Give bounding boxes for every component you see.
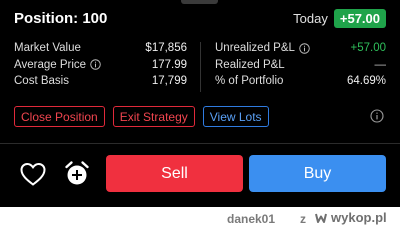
today-change-badge: +57.00 [333,8,386,28]
info-icon[interactable] [299,43,310,54]
stat-row-market-value: Market Value $17,856 [14,40,187,57]
stat-label: Cost Basis [14,75,69,88]
close-position-button[interactable]: Close Position [14,106,105,127]
stat-label: Average Price [14,59,101,71]
position-actions: Close Position Exit Strategy View Lots [14,106,269,127]
stat-row-cost-basis: Cost Basis 17,799 [14,73,187,90]
alarm-clock-add-icon[interactable] [64,160,90,187]
buy-button[interactable]: Buy [249,155,386,192]
section-divider [0,143,400,144]
watermark-brand: wykop.pl [331,210,387,225]
watermark-username: danek01 [227,212,276,226]
stat-row-portfolio-percent: % of Portfolio 64.69% [215,73,386,90]
sell-button[interactable]: Sell [106,155,243,192]
column-divider [200,42,201,92]
view-lots-button[interactable]: View Lots [202,106,269,127]
stat-label: Realized P&L [215,58,285,71]
stat-value: 17,799 [151,75,187,88]
drag-handle[interactable] [181,0,218,4]
watermark-bar: danek01 z wykop.pl [0,207,400,227]
stat-value: $17,856 [145,42,187,55]
info-icon[interactable] [370,109,384,123]
stat-label: Unrealized P&L [215,42,310,54]
stat-row-unrealized-pnl: Unrealized P&L +57.00 [215,40,386,57]
stat-value: — [374,58,387,71]
exit-strategy-button[interactable]: Exit Strategy [112,106,195,127]
wykop-logo-icon [315,213,327,223]
stat-label: Market Value [14,42,81,55]
today-label: Today [293,10,328,26]
stats-left-column: Market Value $17,856 Average Price 177.9… [14,40,187,90]
stat-row-average-price: Average Price 177.99 [14,57,187,74]
stat-value: +57.00 [350,42,387,55]
info-icon[interactable] [90,59,101,70]
position-header: Position: 100 Today +57.00 [14,8,386,28]
stat-value: 177.99 [151,58,187,71]
position-title: Position: 100 [14,9,108,27]
stat-label: % of Portfolio [215,75,284,88]
position-panel: Position: 100 Today +57.00 Market Value … [0,0,400,207]
today-change-group: Today +57.00 [293,8,386,28]
heart-outline-icon[interactable] [19,161,47,187]
stat-row-realized-pnl: Realized P&L — [215,57,386,74]
watermark-separator: z [300,212,306,226]
stat-value: 64.69% [346,75,386,88]
stats-right-column: Unrealized P&L +57.00 Realized P&L — % o… [215,40,386,90]
